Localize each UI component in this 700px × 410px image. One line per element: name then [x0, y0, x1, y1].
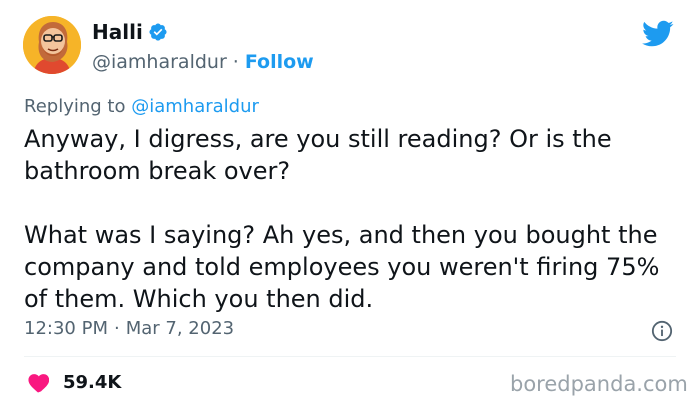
divider [24, 356, 676, 357]
author-name[interactable]: Halli [92, 20, 143, 44]
replying-to-line: Replying to @iamharaldur [24, 96, 259, 117]
tweet-timestamp[interactable]: 12:30 PM · Mar 7, 2023 [24, 318, 234, 339]
replying-to-label: Replying to [24, 96, 126, 117]
twitter-bird-icon[interactable] [642, 20, 674, 48]
avatar[interactable] [23, 16, 81, 74]
watermark: boredpanda.com [510, 372, 688, 396]
meta-separator: · [113, 318, 120, 339]
reply-handle-link[interactable]: @iamharaldur [131, 96, 259, 117]
handle-separator: · [232, 51, 239, 73]
tweet-text: Anyway, I digress, are you still reading… [24, 125, 660, 313]
tweet-time[interactable]: 12:30 PM [24, 318, 108, 339]
heart-icon[interactable] [27, 373, 49, 393]
author-handle[interactable]: @iamharaldur [92, 51, 227, 73]
like-button[interactable]: 59.4K [27, 372, 121, 393]
like-count: 59.4K [63, 372, 122, 393]
tweet-date[interactable]: Mar 7, 2023 [126, 318, 234, 339]
cartoon-avatar-image [23, 16, 81, 74]
verified-badge-icon [148, 22, 168, 42]
follow-button[interactable]: Follow [245, 51, 314, 73]
info-icon[interactable] [651, 320, 673, 342]
